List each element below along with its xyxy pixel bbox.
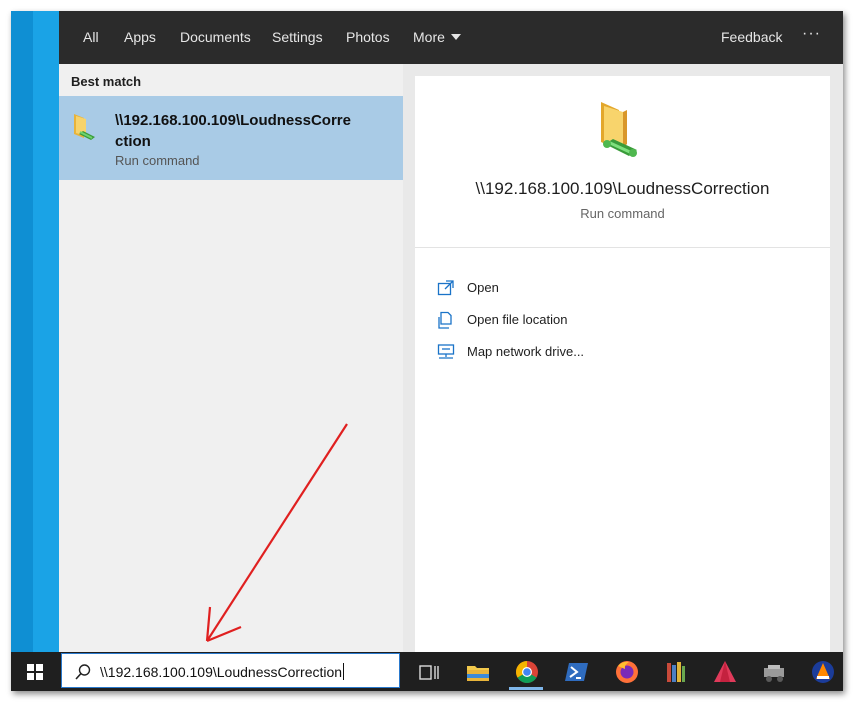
- taskbar-search-input[interactable]: \\192.168.100.109\LoudnessCorrection: [61, 653, 400, 688]
- divider: [415, 247, 830, 248]
- tab-apps[interactable]: Apps: [124, 29, 156, 45]
- open-file-location-label: Open file location: [467, 312, 568, 327]
- text-cursor: [343, 663, 345, 680]
- results-pane: Best match \\192.168.100.109\LoudnessCor…: [59, 64, 403, 652]
- preview-title: \\192.168.100.109\LoudnessCorrection: [475, 179, 770, 198]
- tab-documents[interactable]: Documents: [180, 29, 251, 45]
- map-network-drive-label: Map network drive...: [467, 344, 585, 359]
- tab-photos[interactable]: Photos: [346, 29, 390, 45]
- search-icon: [75, 664, 91, 680]
- feedback-button[interactable]: Feedback: [721, 29, 782, 45]
- tab-more[interactable]: More: [413, 29, 461, 45]
- app-icon[interactable]: [759, 657, 789, 687]
- chrome-icon[interactable]: [512, 657, 542, 687]
- chevron-down-icon: [450, 34, 461, 40]
- firefox-icon[interactable]: [612, 657, 642, 687]
- task-view-icon[interactable]: [414, 657, 444, 687]
- network-drive-icon: [437, 344, 455, 359]
- search-scope-tabs: All Apps Documents Settings Photos More …: [59, 11, 843, 64]
- windows-start-icon[interactable]: [11, 652, 59, 691]
- tab-more-label: More: [413, 29, 445, 45]
- result-type: Run command: [115, 153, 200, 168]
- library-icon[interactable]: [661, 657, 691, 687]
- preview-subtitle: Run command: [580, 206, 665, 221]
- best-match-result[interactable]: \\192.168.100.109\LoudnessCorrection Run…: [59, 96, 403, 180]
- open-label: Open: [467, 280, 499, 295]
- result-name: \\192.168.100.109\LoudnessCorrection: [115, 112, 351, 150]
- open-icon: [437, 280, 454, 296]
- best-match-heading: Best match: [71, 74, 142, 89]
- affinity-icon[interactable]: [710, 657, 740, 687]
- network-folder-large-icon: [601, 102, 637, 157]
- active-app-indicator: [509, 687, 543, 690]
- file-explorer-icon[interactable]: [463, 657, 493, 687]
- map-network-drive-action[interactable]: Map network drive...: [437, 342, 817, 364]
- more-options-button[interactable]: ···: [802, 25, 821, 43]
- open-action[interactable]: Open: [437, 278, 817, 300]
- tab-all[interactable]: All: [83, 29, 99, 45]
- desktop-background: [11, 11, 59, 652]
- screen: All Apps Documents Settings Photos More …: [11, 11, 843, 691]
- search-query: \\192.168.100.109\LoudnessCorrection: [100, 663, 345, 680]
- powershell-icon[interactable]: [562, 657, 592, 687]
- network-folder-icon: [74, 114, 95, 140]
- taskbar: \\192.168.100.109\LoudnessCorrection: [11, 652, 843, 691]
- search-query-text: \\192.168.100.109\LoudnessCorrection: [100, 664, 343, 680]
- file-location-icon: [438, 311, 452, 329]
- tab-settings[interactable]: Settings: [272, 29, 323, 45]
- open-file-location-action[interactable]: Open file location: [437, 310, 817, 332]
- vlc-icon[interactable]: [808, 657, 838, 687]
- preview-pane: \\192.168.100.109\LoudnessCorrection Run…: [415, 76, 830, 652]
